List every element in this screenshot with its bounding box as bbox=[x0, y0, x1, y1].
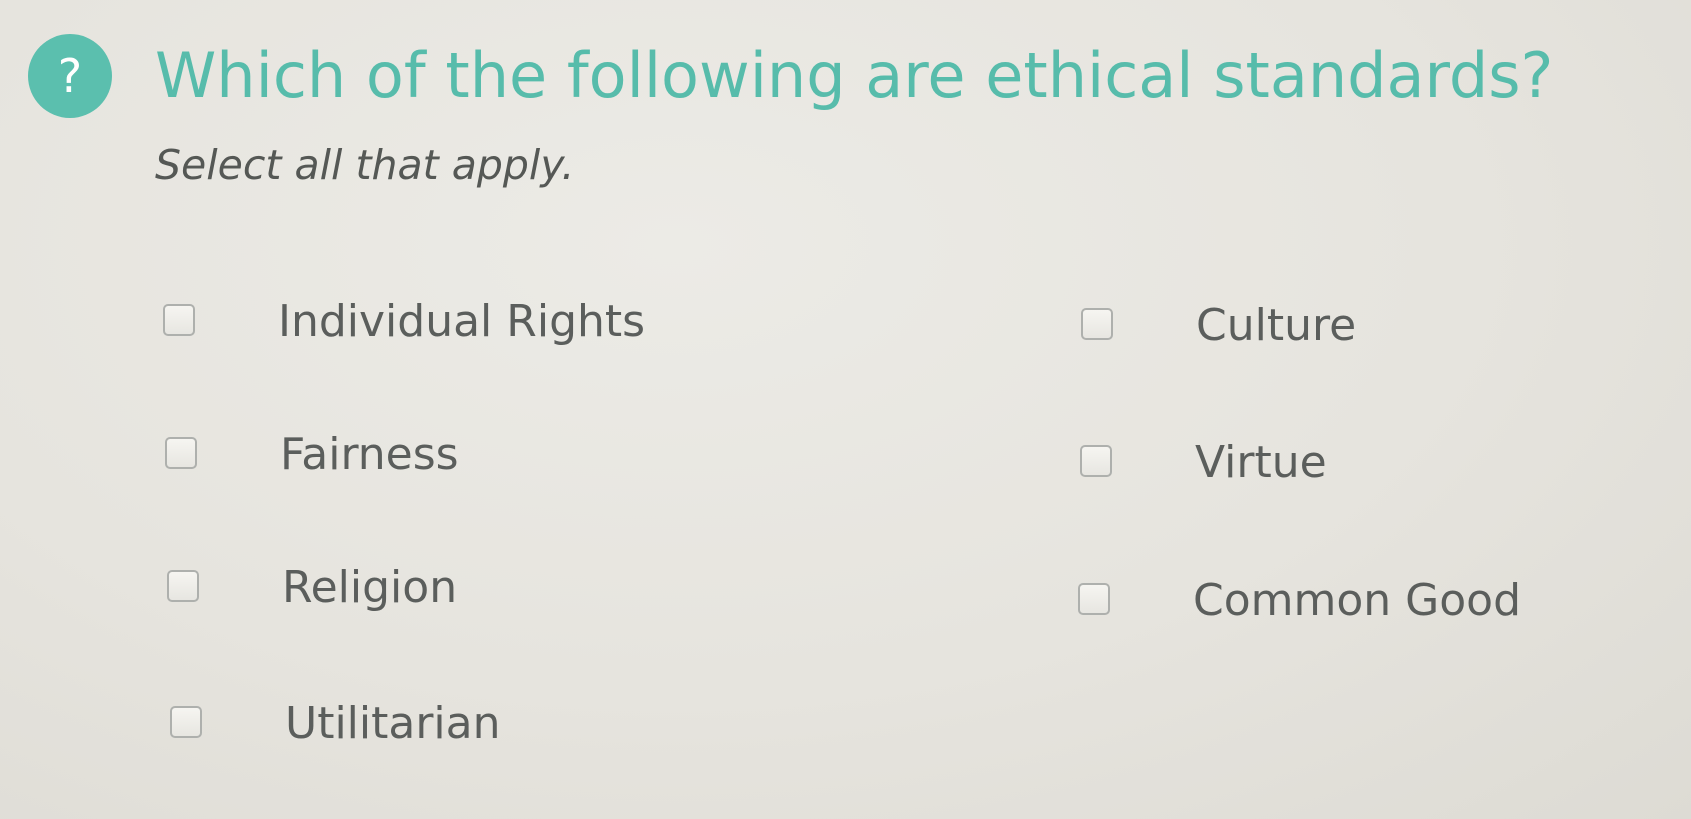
option-label: Religion bbox=[282, 562, 458, 613]
checkbox[interactable] bbox=[167, 570, 199, 602]
option-culture[interactable]: Culture bbox=[1081, 296, 1681, 356]
checkbox[interactable] bbox=[1081, 308, 1113, 340]
question-mark-icon: ? bbox=[28, 34, 112, 118]
option-fairness[interactable]: Fairness bbox=[165, 425, 765, 485]
option-label: Virtue bbox=[1195, 437, 1327, 488]
option-individual-rights[interactable]: Individual Rights bbox=[163, 292, 763, 352]
option-label: Common Good bbox=[1193, 575, 1522, 626]
option-label: Culture bbox=[1196, 300, 1357, 351]
checkbox[interactable] bbox=[170, 706, 202, 738]
option-virtue[interactable]: Virtue bbox=[1080, 433, 1680, 493]
question-instructions: Select all that apply. bbox=[155, 141, 575, 189]
option-label: Individual Rights bbox=[278, 296, 646, 347]
option-label: Utilitarian bbox=[285, 698, 501, 749]
option-common-good[interactable]: Common Good bbox=[1078, 571, 1678, 631]
option-label: Fairness bbox=[280, 429, 459, 480]
checkbox[interactable] bbox=[1078, 583, 1110, 615]
checkbox[interactable] bbox=[165, 437, 197, 469]
option-utilitarian[interactable]: Utilitarian bbox=[170, 694, 770, 754]
checkbox[interactable] bbox=[1080, 445, 1112, 477]
option-religion[interactable]: Religion bbox=[167, 558, 767, 618]
checkbox[interactable] bbox=[163, 304, 195, 336]
question-title: Which of the following are ethical stand… bbox=[155, 39, 1554, 112]
